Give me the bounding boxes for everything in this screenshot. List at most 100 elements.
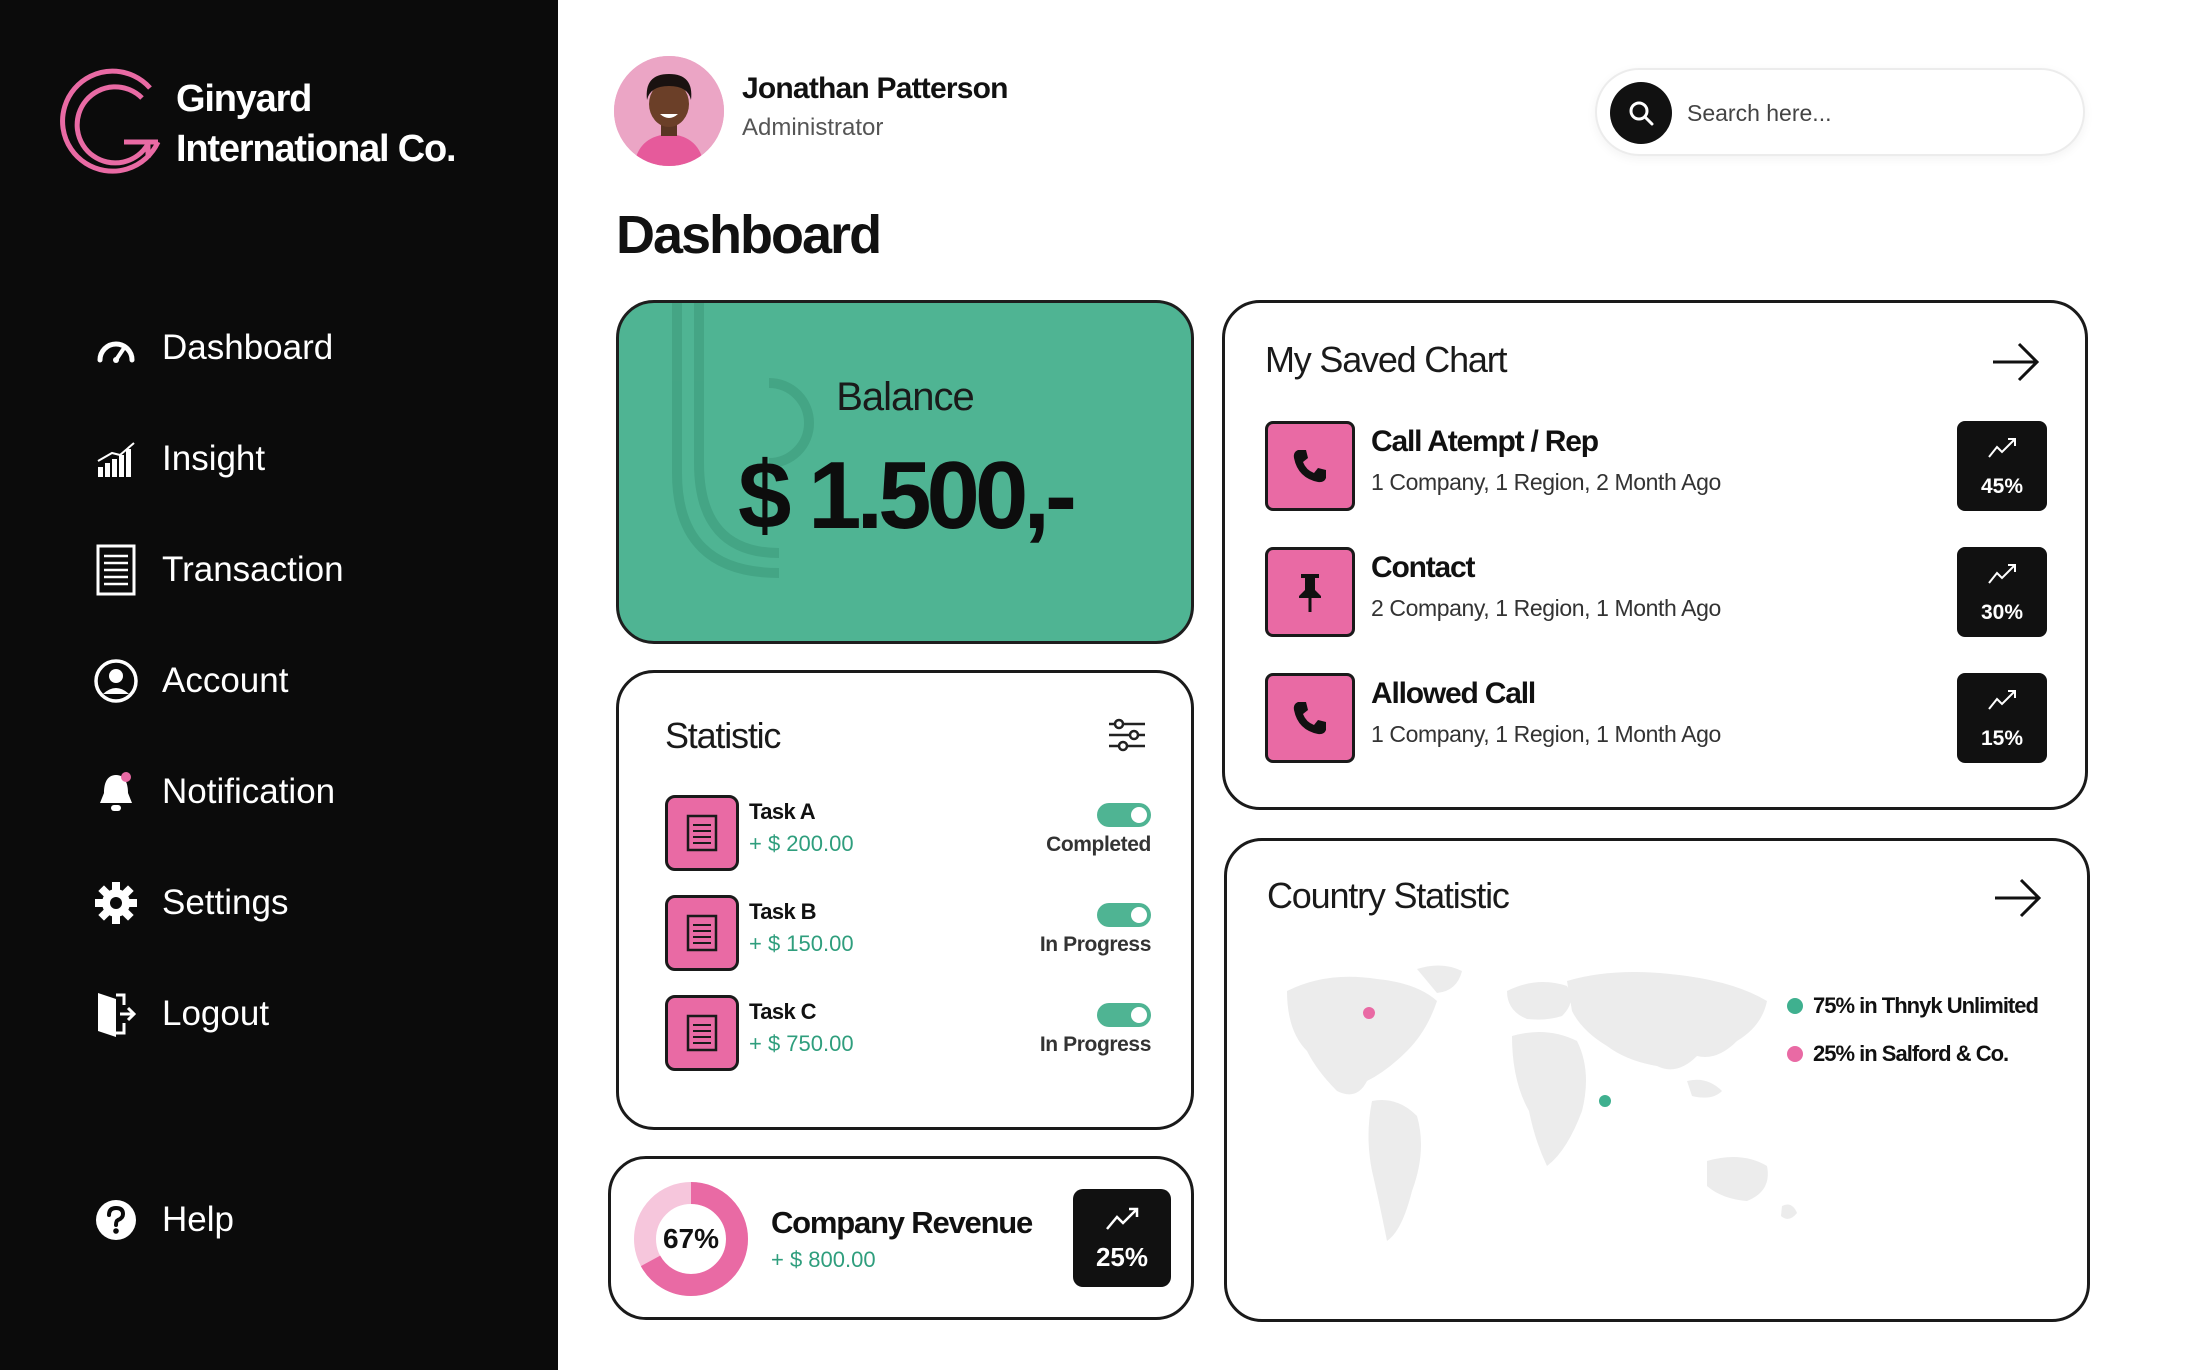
sidebar-item-account[interactable]: Account [90, 653, 530, 709]
search-button[interactable] [1610, 82, 1672, 144]
sidebar: Ginyard International Co. Dashboard Insi… [0, 0, 558, 1370]
sidebar-item-help[interactable]: Help [90, 1192, 234, 1248]
sidebar-item-insight[interactable]: Insight [90, 431, 530, 487]
sidebar-item-label: Notification [162, 772, 336, 811]
saved-chart-item-subtitle: 1 Company, 1 Region, 1 Month Ago [1371, 721, 1721, 747]
revenue-amount: + $ 800.00 [771, 1247, 876, 1272]
pin-icon [1265, 547, 1355, 637]
task-status: Completed [1046, 833, 1151, 856]
help-label: Help [162, 1200, 234, 1239]
map-marker-pink[interactable] [1363, 1007, 1375, 1019]
task-row[interactable]: Task A + $ 200.00 Completed [665, 795, 1151, 871]
phone-icon [1265, 673, 1355, 763]
task-row[interactable]: Task C + $ 750.00 In Progress [665, 995, 1151, 1071]
percent-badge: 45% [1957, 421, 2047, 511]
map-marker-green[interactable] [1599, 1095, 1611, 1107]
sidebar-item-transaction[interactable]: Transaction [90, 542, 530, 598]
task-toggle[interactable] [1097, 1003, 1151, 1027]
saved-chart-item-subtitle: 1 Company, 1 Region, 2 Month Ago [1371, 469, 1721, 495]
task-name: Task B [749, 899, 817, 924]
sidebar-item-settings[interactable]: Settings [90, 875, 530, 931]
user-role: Administrator [742, 114, 884, 141]
saved-chart-item[interactable]: Contact 2 Company, 1 Region, 1 Month Ago… [1265, 547, 2047, 639]
saved-chart-item-title: Call Atempt / Rep [1371, 425, 1599, 458]
avatar-portrait-icon [614, 56, 724, 166]
help-icon [90, 1194, 142, 1246]
country-statistic-card: Country Statistic 75% in Thnyk Unlimited… [1224, 838, 2090, 1322]
task-document-icon [665, 895, 739, 971]
revenue-growth-value: 25% [1095, 1242, 1149, 1272]
country-statistic-title: Country Statistic [1267, 875, 1510, 916]
sidebar-item-notification[interactable]: Notification [90, 764, 530, 820]
task-name: Task A [749, 799, 816, 824]
legend-item: 25% in Salford & Co. [1787, 1041, 2009, 1067]
revenue-title: Company Revenue [771, 1205, 1033, 1240]
bell-icon [90, 766, 142, 818]
task-toggle[interactable] [1097, 803, 1151, 827]
brand-name: Ginyard International Co. [176, 74, 457, 174]
sidebar-item-label: Account [162, 661, 289, 700]
logo-mark-icon [60, 68, 161, 174]
revenue-growth-badge: 25% [1073, 1189, 1171, 1287]
saved-chart-item-subtitle: 2 Company, 1 Region, 1 Month Ago [1371, 595, 1721, 621]
percent-value: 45% [1980, 475, 2024, 498]
task-row[interactable]: Task B + $ 150.00 In Progress [665, 895, 1151, 971]
percent-value: 15% [1980, 727, 2024, 750]
statistic-title: Statistic [665, 715, 781, 756]
sidebar-item-logout[interactable]: Logout [90, 986, 530, 1042]
saved-chart-item[interactable]: Call Atempt / Rep 1 Company, 1 Region, 2… [1265, 421, 2047, 513]
percent-value: 30% [1980, 601, 2024, 624]
user-name: Jonathan Patterson [742, 72, 1008, 105]
legend-label: 25% in Salford & Co. [1813, 1041, 2009, 1066]
statistic-card: Statistic Task A + $ 200.00 Completed Ta… [616, 670, 1194, 1130]
legend-dot-green [1787, 998, 1803, 1014]
brand-line-1: Ginyard [176, 78, 312, 120]
page-title: Dashboard [616, 205, 882, 265]
avatar[interactable] [614, 56, 724, 166]
arrow-right-icon[interactable] [1991, 875, 2045, 921]
sidebar-item-label: Settings [162, 883, 289, 922]
saved-chart-card: My Saved Chart Call Atempt / Rep 1 Compa… [1222, 300, 2088, 810]
saved-chart-item-title: Contact [1371, 551, 1475, 584]
legend-item: 75% in Thnyk Unlimited [1787, 993, 2039, 1019]
sidebar-item-label: Logout [162, 994, 270, 1033]
arrow-right-icon[interactable] [1989, 339, 2043, 385]
balance-label: Balance [836, 375, 975, 419]
saved-chart-item[interactable]: Allowed Call 1 Company, 1 Region, 1 Mont… [1265, 673, 2047, 765]
sidebar-item-label: Insight [162, 439, 266, 478]
saved-chart-title: My Saved Chart [1265, 339, 1508, 380]
trend-up-icon [1988, 438, 2016, 458]
saved-chart-item-title: Allowed Call [1371, 677, 1536, 710]
trend-up-icon [1988, 564, 2016, 584]
revenue-percent: 67% [662, 1223, 720, 1254]
filter-sliders-icon[interactable] [1107, 717, 1147, 753]
legend-label: 75% in Thnyk Unlimited [1813, 993, 2039, 1018]
world-map[interactable] [1267, 961, 1807, 1281]
task-amount: + $ 150.00 [749, 931, 854, 956]
search-icon [1629, 101, 1654, 126]
task-amount: + $ 200.00 [749, 831, 854, 856]
percent-badge: 30% [1957, 547, 2047, 637]
search-input[interactable] [1687, 92, 2067, 134]
phone-icon [1265, 421, 1355, 511]
speedometer-icon [90, 322, 142, 374]
company-revenue-card[interactable]: 67% Company Revenue + $ 800.00 25% [608, 1156, 1194, 1320]
task-status: In Progress [1039, 1033, 1152, 1056]
task-toggle[interactable] [1097, 903, 1151, 927]
legend-dot-pink [1787, 1046, 1803, 1062]
percent-badge: 15% [1957, 673, 2047, 763]
document-icon [90, 544, 142, 596]
balance-value: $ 1.500,- [738, 442, 1077, 549]
sidebar-item-dashboard[interactable]: Dashboard [90, 320, 530, 376]
signal-bars-icon [90, 433, 142, 485]
user-circle-icon [90, 655, 142, 707]
trend-up-icon [1106, 1207, 1139, 1230]
brand-line-2: International Co. [176, 128, 457, 170]
trend-up-icon [1988, 690, 2016, 710]
brand-logo[interactable]: Ginyard International Co. [58, 62, 478, 192]
balance-card[interactable]: Balance $ 1.500,- [616, 300, 1194, 644]
sidebar-nav: Dashboard Insight Transaction Account No… [90, 320, 530, 1097]
sidebar-item-label: Dashboard [162, 328, 334, 367]
gear-icon [90, 877, 142, 929]
sidebar-item-label: Transaction [162, 550, 344, 589]
